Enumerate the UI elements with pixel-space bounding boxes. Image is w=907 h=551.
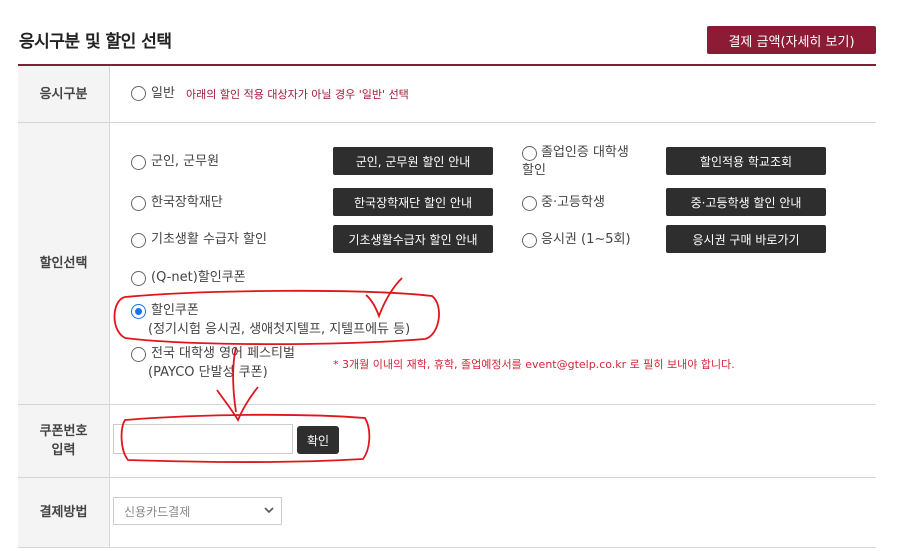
option-general: 일반 [151,86,175,101]
payment-method-value: 신용카드결제 [124,504,191,519]
option-military: 군인, 군무원 [151,154,220,169]
school-lookup-button[interactable]: 할인적용 학교조회 [666,147,826,175]
radio-qnet[interactable] [131,271,146,286]
option-graduate-line1: 졸업인증 대학생 [541,145,629,160]
exam-type-row: 응시구분 일반 아래의 할인 적용 대상자가 아닐 경우 '일반' 선택 [18,66,876,123]
coupon-number-input[interactable] [113,424,293,454]
exam-type-label: 응시구분 [18,66,110,122]
radio-ticket[interactable] [522,233,537,248]
scholarship-info-button[interactable]: 한국장학재단 할인 안내 [333,188,493,216]
radio-scholarship[interactable] [131,196,146,211]
option-coupon-line1: 할인쿠폰 [151,303,199,318]
discount-label: 할인선택 [18,123,110,404]
payment-label: 결제방법 [18,478,110,547]
option-national-line1: 전국 대학생 영어 페스티벌 [151,346,295,361]
student-info-button[interactable]: 중·고등학생 할인 안내 [666,188,826,216]
radio-welfare[interactable] [131,233,146,248]
coupon-label-line2: 입력 [51,443,76,458]
radio-student[interactable] [522,196,537,211]
discount-row: 할인선택 군인, 군무원 군인, 군무원 할인 안내 졸업인증 대학생 할인 할… [18,123,876,405]
radio-military[interactable] [131,155,146,170]
general-notice: 아래의 할인 적용 대상자가 아닐 경우 '일반' 선택 [186,88,409,101]
option-coupon-line2: (정기시험 응시권, 생애첫지텔프, 지텔프에듀 등) [148,322,411,337]
radio-coupon[interactable] [131,304,146,319]
radio-general[interactable] [131,86,146,101]
option-national-line2: (PAYCO 단발성 쿠폰) [148,365,268,380]
document-notice: * 3개월 이내의 재학, 휴학, 졸업예정서를 event@gtelp.co.… [333,358,735,371]
radio-graduate[interactable] [522,146,537,161]
military-info-button[interactable]: 군인, 군무원 할인 안내 [333,147,493,175]
option-ticket: 응시권 (1~5회) [541,232,631,247]
radio-national[interactable] [131,347,146,362]
welfare-info-button[interactable]: 기초생활수급자 할인 안내 [333,225,493,253]
discount-form: 응시구분 일반 아래의 할인 적용 대상자가 아닐 경우 '일반' 선택 할인선… [18,64,876,551]
ticket-purchase-button[interactable]: 응시권 구매 바로가기 [666,225,826,253]
coupon-label: 쿠폰번호 입력 [18,405,110,477]
coupon-confirm-button[interactable]: 확인 [297,426,339,454]
coupon-label-line1: 쿠폰번호 [39,424,88,439]
option-scholarship: 한국장학재단 [151,195,223,210]
option-graduate-line2: 할인 [522,163,546,178]
option-student: 중·고등학생 [541,195,605,210]
option-welfare: 기초생활 수급자 할인 [151,232,267,247]
chevron-down-icon [264,507,274,514]
page-title: 응시구분 및 할인 선택 [19,32,172,52]
option-qnet: (Q-net)할인쿠폰 [151,270,246,285]
payment-method-select[interactable]: 신용카드결제 [113,497,282,525]
payment-amount-button[interactable]: 결제 금액(자세히 보기) [707,26,876,54]
